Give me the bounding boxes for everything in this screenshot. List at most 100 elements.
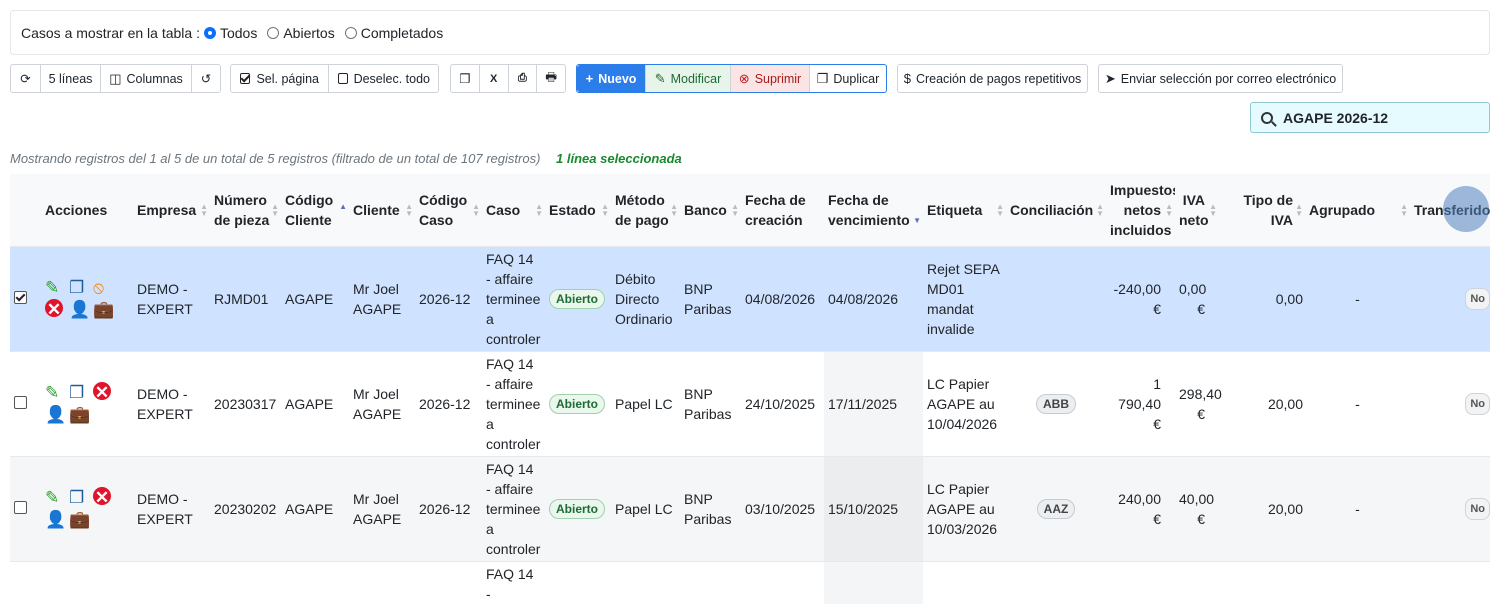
- delete-icon[interactable]: ✕: [93, 381, 117, 404]
- col-agrupado[interactable]: Agrupado ▲ ▼: [1305, 174, 1410, 246]
- col-cliente-label: Cliente: [353, 201, 400, 218]
- records-info-text: Mostrando registros del 1 al 5 de un tot…: [10, 151, 541, 166]
- cell-iva-neto: 0,00 €: [1175, 245, 1219, 351]
- row-checkbox[interactable]: [14, 290, 27, 304]
- deselect-all-button[interactable]: Deselec. todo: [329, 65, 439, 92]
- selected-count: 1 línea seleccionada: [556, 151, 682, 166]
- cell-caso: FAQ 14 - affaire terminee a controler: [482, 455, 545, 561]
- col-fecha-vencimiento[interactable]: Fecha de vencimiento ▼: [824, 174, 923, 246]
- cell-codigo-cliente: [281, 560, 349, 604]
- cell-fecha-creacion: 04/08/2026: [741, 245, 824, 351]
- col-conciliacion[interactable]: Conciliación ▲ ▼: [1006, 174, 1106, 246]
- radio-abiertos-dot[interactable]: [267, 26, 280, 39]
- cell-fecha-vencimiento: 15/10/2025: [824, 455, 923, 561]
- transfer-badge: No: [1465, 288, 1490, 310]
- col-metodo-pago[interactable]: Método de pago ▲ ▼: [611, 174, 680, 246]
- radio-completados[interactable]: Completados: [344, 25, 443, 41]
- row-select-cell[interactable]: [10, 350, 41, 456]
- col-codigo-cliente-label: Código Cliente: [285, 191, 334, 228]
- documents-icon[interactable]: ❐: [69, 487, 93, 509]
- lines-button[interactable]: 5 líneas: [41, 65, 101, 92]
- documents-icon[interactable]: ❐: [69, 382, 93, 404]
- radio-todos-dot[interactable]: [203, 26, 216, 39]
- documents-icon[interactable]: ❐: [69, 277, 93, 299]
- user-icon[interactable]: 👤: [69, 299, 93, 321]
- filter-label: Casos a mostrar en la tabla :: [21, 24, 200, 41]
- new-button[interactable]: + Nuevo: [577, 65, 646, 92]
- col-banco[interactable]: Banco ▲ ▼: [680, 174, 741, 246]
- col-tipo-iva[interactable]: Tipo de IVA ▲ ▼: [1219, 174, 1305, 246]
- table-row[interactable]: ✎ ❐ ✕ 👤 💼 DEMO - EXPERT 20230202 AGAPE M…: [10, 455, 1490, 561]
- row-select-cell[interactable]: [10, 455, 41, 561]
- duplicate-button[interactable]: ❐ Duplicar: [810, 65, 886, 92]
- col-iva-neto[interactable]: IVA neto ▲ ▼: [1175, 174, 1219, 246]
- row-select-cell[interactable]: [10, 560, 41, 604]
- row-select-cell[interactable]: [10, 245, 41, 351]
- cell-metodo-pago: Papel LC: [611, 350, 680, 456]
- send-email-button[interactable]: ➤ Enviar selección por correo electrónico: [1099, 65, 1342, 92]
- cell-codigo-caso: 2026-12: [415, 455, 482, 561]
- edit-pencil-icon[interactable]: ✎: [45, 487, 69, 509]
- briefcase-icon[interactable]: 💼: [69, 404, 93, 426]
- columns-button[interactable]: ◫ Columnas: [101, 65, 192, 92]
- duplicate-label: Duplicar: [833, 71, 880, 86]
- delete-icon[interactable]: ✕: [93, 486, 117, 509]
- cell-cliente: [349, 560, 415, 604]
- cell-empresa: DEMO - EXPERT: [133, 245, 210, 351]
- checked-box-icon: [240, 73, 251, 84]
- undo-button[interactable]: ↺: [192, 65, 220, 92]
- sort-icon: ▲ ▼: [1400, 201, 1408, 218]
- col-estado[interactable]: Estado ▲ ▼: [545, 174, 611, 246]
- briefcase-icon[interactable]: 💼: [93, 299, 117, 321]
- table-row[interactable]: ✎ ❐ ⦸ ✕ 👤 💼 DEMO - EXPERT RJMD01 AGAPE M…: [10, 245, 1490, 351]
- cell-metodo-pago: [611, 560, 680, 604]
- cell-tipo-iva: [1219, 560, 1305, 604]
- cancel-icon[interactable]: ⦸: [93, 277, 117, 299]
- col-numero-pieza[interactable]: Número de pieza ▲ ▼: [210, 174, 281, 246]
- user-icon[interactable]: 👤: [45, 509, 69, 531]
- cell-transferido: No: [1410, 350, 1490, 456]
- repeat-payments-button[interactable]: $ Creación de pagos repetitivos: [898, 65, 1087, 92]
- delete-button[interactable]: ⊗ Suprimir: [731, 65, 810, 92]
- col-caso[interactable]: Caso ▲ ▼: [482, 174, 545, 246]
- actions-cell: ✎ ❐ ✕ 👤 💼: [41, 455, 133, 561]
- col-codigo-caso[interactable]: Código Caso ▲ ▼: [415, 174, 482, 246]
- actions-cell: ✎ ❐ ⦸ ✕ 👤 💼: [41, 245, 133, 351]
- edit-pencil-icon[interactable]: ✎: [45, 382, 69, 404]
- excel-button[interactable]: X: [480, 65, 509, 92]
- cell-caso: FAQ 14 - affaire terminee a controler: [482, 350, 545, 456]
- col-cliente[interactable]: Cliente ▲ ▼: [349, 174, 415, 246]
- case-filter-bar: Casos a mostrar en la tabla : Todos Abie…: [10, 10, 1490, 55]
- delete-icon[interactable]: ✕: [45, 298, 69, 321]
- cell-metodo-pago: Débito Directo Ordinario: [611, 245, 680, 351]
- radio-completados-dot[interactable]: [344, 26, 357, 39]
- reconciliation-badge: ABB: [1036, 394, 1076, 414]
- search-input[interactable]: AGAPE 2026-12: [1250, 102, 1490, 133]
- radio-todos[interactable]: Todos: [203, 25, 257, 41]
- table-row[interactable]: FAQ 14 -: [10, 560, 1490, 604]
- col-impuestos[interactable]: Impuestos netos incluidos ▲ ▼: [1106, 174, 1180, 246]
- paper-plane-icon: ➤: [1104, 71, 1116, 86]
- briefcase-icon[interactable]: 💼: [69, 509, 93, 531]
- cell-fecha-vencimiento: [824, 560, 923, 604]
- scroll-indicator[interactable]: [1443, 186, 1489, 232]
- edit-pencil-icon[interactable]: ✎: [45, 277, 69, 299]
- select-page-button[interactable]: Sel. página: [231, 65, 329, 92]
- print-button[interactable]: 🖶: [537, 65, 565, 92]
- cell-fecha-creacion: 03/10/2025: [741, 455, 824, 561]
- col-codigo-cliente[interactable]: Código Cliente ▲▼: [281, 174, 349, 246]
- radio-abiertos[interactable]: Abiertos: [267, 25, 335, 41]
- cell-empresa: [133, 560, 210, 604]
- copy-button[interactable]: ❐: [451, 65, 480, 92]
- user-icon[interactable]: 👤: [45, 404, 69, 426]
- col-fecha-creacion[interactable]: Fecha de creación: [741, 174, 824, 246]
- table-row[interactable]: ✎ ❐ ✕ 👤 💼 DEMO - EXPERT 20230317 AGAPE M…: [10, 350, 1490, 456]
- modify-button[interactable]: ✎ Modificar: [646, 65, 731, 92]
- col-empresa[interactable]: Empresa ▲ ▼: [133, 174, 210, 246]
- pdf-button[interactable]: ⎙: [509, 65, 538, 92]
- cell-fecha-creacion: [741, 560, 824, 604]
- refresh-button[interactable]: ⟳: [11, 65, 41, 92]
- row-checkbox[interactable]: [14, 500, 27, 514]
- col-etiqueta[interactable]: Etiqueta ▲ ▼: [923, 174, 1006, 246]
- row-checkbox[interactable]: [14, 395, 27, 409]
